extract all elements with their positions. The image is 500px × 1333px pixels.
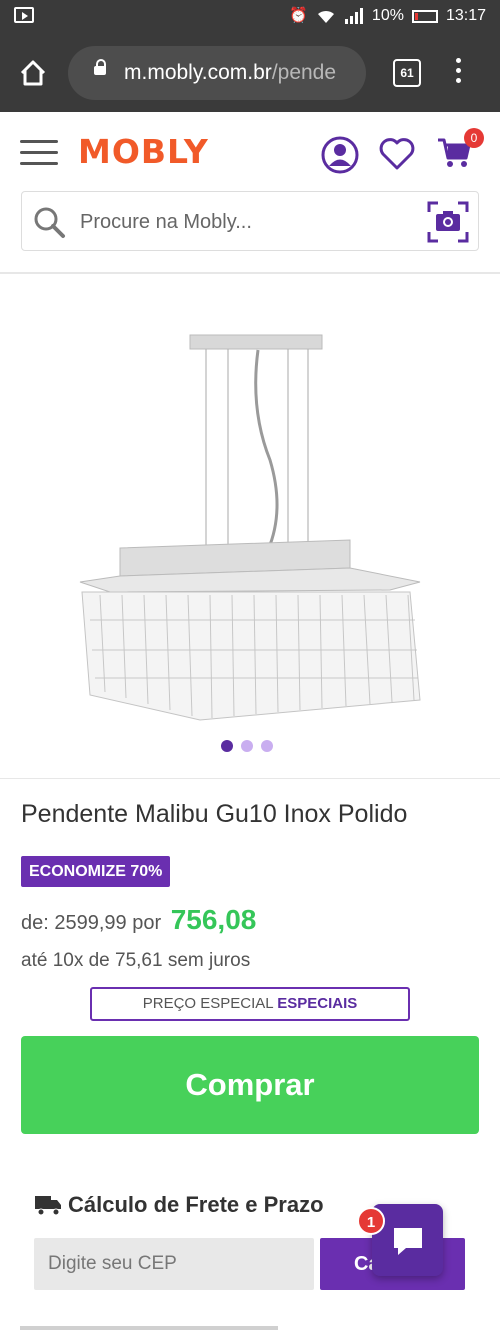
installments-text: até 10x de 75,61 sem juros xyxy=(21,950,251,971)
account-icon[interactable] xyxy=(320,135,360,175)
special-label: PREÇO ESPECIAL xyxy=(142,995,274,1012)
signal-icon xyxy=(344,8,363,24)
gallery-dot[interactable] xyxy=(261,740,273,752)
special-value: ESPECIAIS xyxy=(277,995,358,1012)
chat-unread-badge: 1 xyxy=(357,1207,385,1235)
wishlist-heart-icon[interactable] xyxy=(379,137,415,171)
gallery-divider xyxy=(0,778,500,779)
gallery-dot[interactable] xyxy=(221,740,233,752)
battery-percent: 10% xyxy=(371,7,404,24)
scroll-indicator xyxy=(20,1326,278,1330)
url-text: m.mobly.com.br/pende xyxy=(124,61,337,84)
battery-icon xyxy=(411,9,438,23)
shipping-title-text: Cálculo de Frete e Prazo xyxy=(68,1192,324,1217)
discount-badge: ECONOMIZE 70% xyxy=(21,856,171,887)
clock: 13:17 xyxy=(445,7,486,24)
alarm-icon: ⏰ xyxy=(289,7,308,24)
price-from: 2599,99 xyxy=(54,912,127,934)
menu-icon[interactable] xyxy=(20,140,58,166)
header-divider xyxy=(0,272,500,274)
truck-icon xyxy=(35,1196,61,1216)
wifi-icon xyxy=(317,10,334,23)
price-by-label: por xyxy=(132,912,162,934)
search-input[interactable] xyxy=(78,206,402,238)
price-from-label: de: xyxy=(21,912,49,934)
price-line: de: 2599,99 por 756,08 xyxy=(21,904,256,936)
home-icon[interactable] xyxy=(18,58,48,88)
cart-count-badge: 0 xyxy=(464,128,484,148)
site-header: MOBLY 0 xyxy=(0,112,500,192)
product-image[interactable] xyxy=(70,320,430,730)
more-menu-icon[interactable] xyxy=(456,58,462,86)
mobly-logo[interactable]: MOBLY xyxy=(78,132,209,171)
gallery-pagination xyxy=(221,740,273,752)
product-title: Pendente Malibu Gu10 Inox Polido xyxy=(21,800,408,828)
lock-icon xyxy=(94,59,106,75)
camera-search-icon[interactable] xyxy=(427,201,469,243)
shipping-title: Cálculo de Frete e Prazo xyxy=(34,1192,324,1218)
gallery-dot[interactable] xyxy=(241,740,253,752)
search-icon[interactable] xyxy=(32,205,66,239)
address-bar[interactable]: m.mobly.com.br/pende xyxy=(68,46,366,100)
cep-input[interactable] xyxy=(34,1238,314,1290)
price-now: 756,08 xyxy=(170,904,257,935)
browser-toolbar: m.mobly.com.br/pende 61 xyxy=(0,34,500,112)
buy-button[interactable]: Comprar xyxy=(21,1036,479,1134)
special-price-tag: PREÇO ESPECIAL ESPECIAIS xyxy=(90,987,410,1021)
tab-switcher-button[interactable]: 61 xyxy=(393,59,421,87)
search-box xyxy=(21,191,479,251)
status-bar: ⏰ 10% 13:17 xyxy=(0,0,500,34)
tv-icon xyxy=(14,7,34,23)
